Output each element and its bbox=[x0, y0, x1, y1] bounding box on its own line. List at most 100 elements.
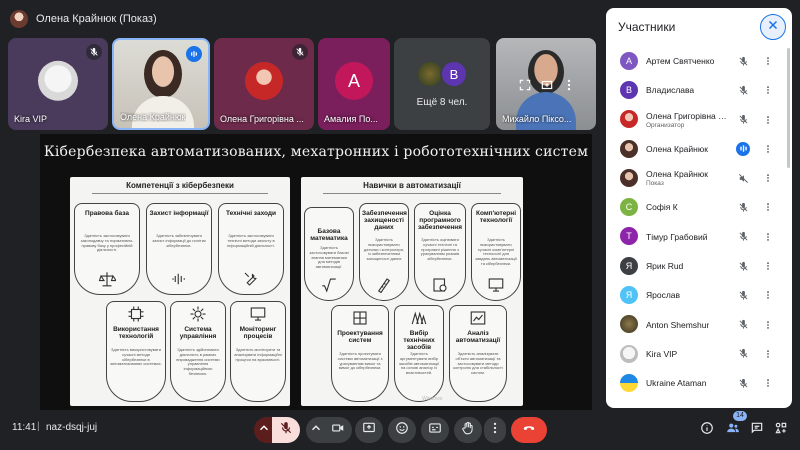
card-desc: Здатність використовувати датчики і конт… bbox=[363, 237, 405, 262]
participant-name: Ярик Rud bbox=[646, 261, 684, 272]
tile-olena-krainiuk[interactable]: Олена Крайнюк bbox=[112, 38, 210, 130]
people-count-badge: 14 bbox=[733, 411, 747, 421]
avatar bbox=[620, 139, 638, 158]
tile-more-participants[interactable]: В Ещё 8 чел. bbox=[394, 38, 490, 130]
leave-call-button[interactable] bbox=[511, 417, 547, 443]
reactions-button[interactable] bbox=[388, 417, 416, 443]
more-vert-icon[interactable] bbox=[762, 113, 774, 127]
card-desc: Здатність застосовувати базові знання ма… bbox=[309, 245, 349, 270]
close-panel-button[interactable] bbox=[760, 14, 786, 40]
participant-row[interactable]: Олена Крайнюк bbox=[606, 134, 786, 163]
more-vert-icon[interactable] bbox=[762, 200, 774, 214]
more-vert-icon[interactable] bbox=[762, 83, 774, 97]
camera-options-button[interactable] bbox=[306, 417, 326, 443]
gear-doc-icon bbox=[431, 276, 449, 294]
tile-amalia[interactable]: А Амалия По... bbox=[318, 38, 390, 130]
participant-row[interactable]: Олена Крайнюк Показ bbox=[606, 163, 786, 192]
card-desc: Здатність забезпечувати захист інформаці… bbox=[152, 233, 206, 248]
card-desc: Здатність застосовувати технічні методи … bbox=[227, 233, 275, 248]
tile-name: Амалия По... bbox=[324, 114, 378, 124]
card-desc: Здатність здійснювати діяльність в рамка… bbox=[176, 347, 220, 376]
captions-button[interactable] bbox=[421, 417, 449, 443]
participant-name: Олена Григорівна Нака... bbox=[646, 110, 730, 121]
tile-kira-vip[interactable]: Kira VIP bbox=[8, 38, 108, 130]
computer-icon bbox=[487, 276, 505, 294]
shapes-icon bbox=[774, 421, 788, 440]
more-vert-icon[interactable] bbox=[762, 230, 774, 244]
camera-toggle-button[interactable] bbox=[324, 417, 352, 443]
more-vert-icon[interactable] bbox=[762, 54, 774, 68]
participant-row[interactable]: Kira VIP bbox=[606, 339, 786, 368]
card-software-evaluation: Оцінка програмного забезпечення Здатніст… bbox=[414, 203, 466, 301]
gear-icon bbox=[189, 305, 207, 323]
participant-row[interactable]: С Софія К bbox=[606, 192, 786, 221]
card-technical-measures: Технічні заходи Здатність застосовувати … bbox=[218, 203, 284, 295]
meet-window: Олена Крайнюк (Показ) Kira VIP Олена Кра… bbox=[0, 0, 800, 450]
meeting-info-button[interactable] bbox=[696, 419, 718, 441]
participant-row[interactable]: А Артем Святченко bbox=[606, 46, 786, 75]
chat-icon bbox=[750, 421, 764, 440]
activities-button[interactable] bbox=[770, 419, 792, 441]
participant-row[interactable]: В Владислава bbox=[606, 75, 786, 104]
avatar: С bbox=[620, 198, 638, 217]
avatar: А bbox=[335, 61, 373, 100]
tile-name: Kira VIP bbox=[14, 114, 48, 124]
participant-name: Ярослав bbox=[646, 290, 681, 301]
present-screen-icon bbox=[362, 421, 376, 440]
fullscreen-icon[interactable] bbox=[518, 78, 532, 92]
raise-hand-button[interactable] bbox=[454, 417, 482, 443]
present-button[interactable] bbox=[355, 417, 383, 443]
scales-icon bbox=[98, 270, 118, 288]
camera-icon bbox=[331, 421, 345, 440]
more-vert-icon[interactable] bbox=[762, 259, 774, 273]
more-vert-icon[interactable] bbox=[762, 171, 774, 185]
speaking-icon bbox=[736, 141, 750, 156]
card-use-technologies: Використання технологій Здатність викори… bbox=[106, 301, 166, 402]
participant-name: Kira VIP bbox=[646, 348, 678, 359]
scrollbar[interactable] bbox=[787, 48, 790, 168]
participant-role: Показ bbox=[646, 180, 664, 188]
tile-mykhailo[interactable]: Михайло Піксо... bbox=[496, 38, 596, 130]
participant-row[interactable]: Ukraine Ataman bbox=[606, 368, 786, 397]
mic-off-icon bbox=[736, 288, 750, 302]
panel-heading: Навички в автоматизації bbox=[301, 181, 523, 194]
chat-button[interactable] bbox=[746, 419, 768, 441]
tile-olena-hryhorivna[interactable]: Олена Григорівна ... bbox=[214, 38, 314, 130]
participant-name: Тімур Грабовий bbox=[646, 231, 708, 242]
participant-row[interactable]: Т Тімур Грабовий bbox=[606, 222, 786, 251]
participant-name: Софія К bbox=[646, 202, 678, 213]
more-options-button[interactable] bbox=[484, 417, 506, 443]
pin-icon[interactable] bbox=[540, 78, 554, 92]
captions-icon bbox=[428, 421, 442, 440]
mic-off-icon bbox=[736, 259, 750, 273]
participant-name: Олена Крайнюк bbox=[646, 169, 708, 180]
sqrt-icon bbox=[320, 276, 338, 294]
close-icon bbox=[767, 18, 779, 36]
more-vert-icon[interactable] bbox=[762, 318, 774, 332]
hang-up-icon bbox=[522, 421, 536, 440]
participant-row[interactable]: Олена Григорівна Нака... Организатор bbox=[606, 105, 786, 134]
more-vert-icon[interactable] bbox=[762, 288, 774, 302]
more-vert-icon[interactable] bbox=[762, 347, 774, 361]
participant-row[interactable]: Anton Shemshur bbox=[606, 310, 786, 339]
mic-off-icon bbox=[736, 318, 750, 332]
participant-row[interactable]: Я Ярик Rud bbox=[606, 251, 786, 280]
volume-off-icon bbox=[736, 171, 750, 185]
mic-off-icon bbox=[736, 347, 750, 361]
avatar bbox=[620, 110, 638, 129]
mic-toggle-button[interactable] bbox=[272, 417, 300, 443]
card-management-system: Система управління Здатність здійснювати… bbox=[170, 301, 226, 402]
participant-name: Артем Святченко bbox=[646, 56, 715, 66]
participant-row[interactable]: Я Ярослав bbox=[606, 280, 786, 309]
people-button[interactable] bbox=[722, 419, 744, 441]
panel-title: Участники bbox=[618, 20, 676, 34]
more-vert-icon[interactable] bbox=[762, 376, 774, 390]
more-vert-icon[interactable] bbox=[762, 142, 774, 156]
presenter-chip[interactable]: Олена Крайнюк (Показ) bbox=[10, 8, 157, 30]
card-process-monitoring: Моніторинг процесів Здатність моніторити… bbox=[230, 301, 286, 402]
mic-options-button[interactable] bbox=[254, 417, 274, 443]
avatar bbox=[620, 315, 638, 334]
more-icon[interactable] bbox=[562, 78, 576, 92]
automation-skills-panel: Навички в автоматизації Базова математик… bbox=[301, 177, 523, 406]
card-desc: Здатність моніторити та аналізувати інфо… bbox=[234, 347, 282, 362]
